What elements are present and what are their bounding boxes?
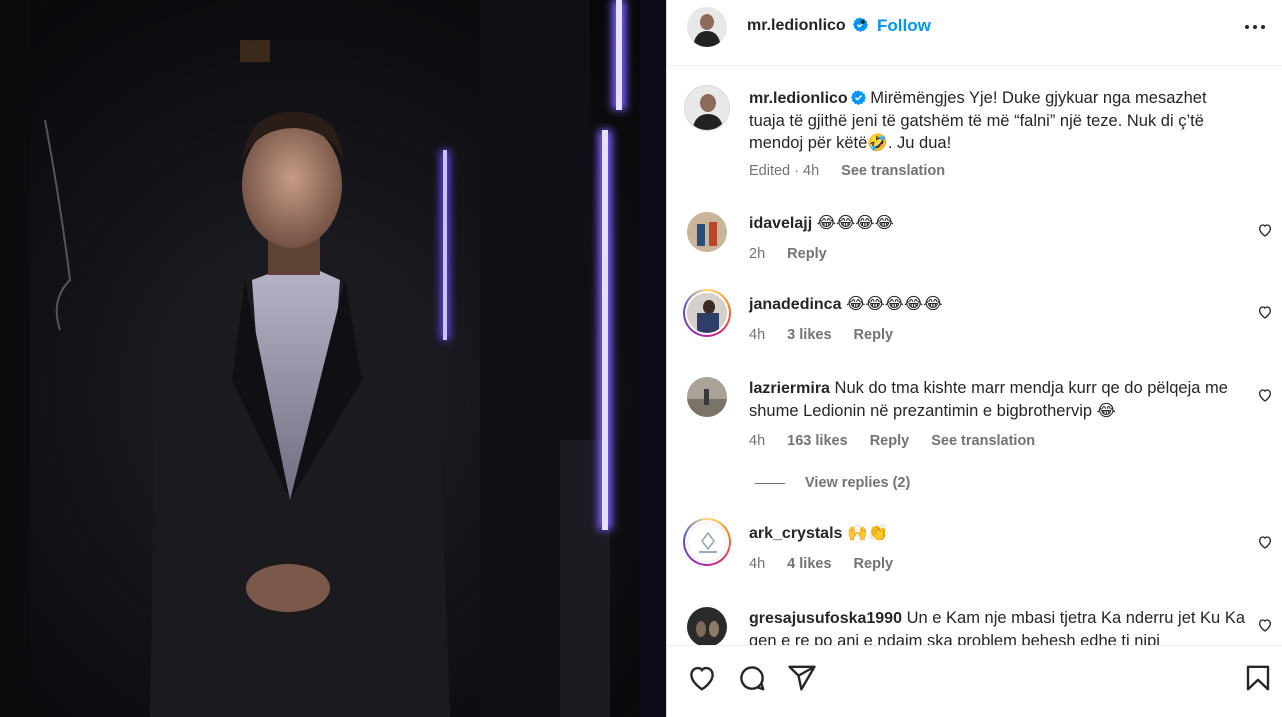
see-translation-button[interactable]: See translation	[841, 163, 945, 179]
commenter-avatar[interactable]	[687, 522, 727, 562]
verified-badge-icon	[850, 90, 866, 105]
comment-time: 4h	[749, 556, 766, 572]
comments-list[interactable]: mr.ledionlico Mirëmëngjes Yje! Duke gjyk…	[667, 67, 1282, 645]
post-video-frame	[0, 0, 666, 717]
comment-like-heart-icon[interactable]	[1257, 534, 1273, 550]
comment-text: 😂😂😂😂😂	[846, 295, 943, 313]
view-replies-button[interactable]: View replies (2)	[755, 475, 910, 491]
comment-icon[interactable]	[737, 663, 767, 693]
comment-like-heart-icon[interactable]	[1257, 304, 1273, 320]
comment-item: gresajusufoska1990 Un e Kam nje mbasi tj…	[667, 605, 1282, 645]
reply-button[interactable]: Reply	[854, 327, 894, 343]
story-ring[interactable]	[683, 518, 731, 566]
author-name-row: mr.ledionlico	[747, 17, 869, 35]
comment-text-block: ark_crystals 🙌👏	[749, 522, 1249, 545]
comment-likes[interactable]: 4 likes	[787, 556, 831, 572]
comment-text: 🙌👏	[847, 524, 889, 542]
follow-button[interactable]: Follow	[877, 16, 931, 36]
see-translation-button[interactable]: See translation	[931, 433, 1035, 449]
comment-text-block: lazriermira Nuk do tma kishte marr mendj…	[749, 377, 1249, 422]
post-media[interactable]	[0, 0, 666, 717]
replies-divider	[755, 482, 785, 484]
caption-username[interactable]: mr.ledionlico	[749, 90, 848, 107]
heart-icon[interactable]	[687, 663, 717, 693]
reply-button[interactable]: Reply	[787, 246, 827, 262]
more-options-icon[interactable]	[1243, 17, 1267, 37]
post-header: mr.ledionlico • Follow	[667, 0, 1282, 66]
caption-text-block: mr.ledionlico Mirëmëngjes Yje! Duke gjyk…	[749, 87, 1245, 154]
comment-text-block: idavelajj 😂😂😂😂	[749, 212, 1249, 235]
caption: mr.ledionlico Mirëmëngjes Yje! Duke gjyk…	[667, 83, 1282, 183]
comment-text: 😂😂😂😂	[816, 214, 894, 232]
post-actions-bar	[667, 645, 1282, 717]
comment-meta: 4h 3 likes Reply	[749, 327, 911, 343]
comment-time: 4h	[749, 433, 766, 449]
comment-text-block: gresajusufoska1990 Un e Kam nje mbasi tj…	[749, 607, 1249, 645]
commenter-username[interactable]: gresajusufoska1990	[749, 610, 902, 627]
comment-meta: 4h 4 likes Reply	[749, 556, 911, 572]
comment-like-heart-icon[interactable]	[1257, 387, 1273, 403]
reply-button[interactable]: Reply	[854, 556, 894, 572]
caption-edited: Edited · 4h	[749, 163, 820, 179]
caption-meta: Edited · 4h See translation	[749, 163, 963, 179]
comment-text-block: janadedinca 😂😂😂😂😂	[749, 293, 1249, 316]
commenter-avatar[interactable]	[687, 293, 727, 333]
reply-button[interactable]: Reply	[870, 433, 910, 449]
commenter-username[interactable]: idavelajj	[749, 215, 812, 232]
author-avatar[interactable]	[687, 7, 727, 47]
separator-dot: •	[860, 14, 866, 31]
comment-time: 2h	[749, 246, 766, 262]
comment-item: idavelajj 😂😂😂😂 2h Reply	[667, 210, 1282, 280]
story-ring[interactable]	[683, 289, 731, 337]
share-icon[interactable]	[787, 663, 817, 693]
comment-meta: 4h 163 likes Reply See translation	[749, 433, 1053, 449]
bookmark-icon[interactable]	[1243, 663, 1273, 693]
comment-like-heart-icon[interactable]	[1257, 222, 1273, 238]
view-replies-label: View replies (2)	[805, 475, 911, 491]
commenter-avatar[interactable]	[687, 212, 727, 252]
comment-item: lazriermira Nuk do tma kishte marr mendj…	[667, 375, 1282, 465]
author-username[interactable]: mr.ledionlico	[747, 17, 846, 34]
comment-item: janadedinca 😂😂😂😂😂 4h 3 likes Reply	[667, 289, 1282, 359]
caption-avatar[interactable]	[684, 85, 730, 131]
comment-likes[interactable]: 3 likes	[787, 327, 831, 343]
comment-item: ark_crystals 🙌👏 4h 4 likes Reply	[667, 518, 1282, 588]
comment-likes[interactable]: 163 likes	[787, 433, 847, 449]
comment-time: 4h	[749, 327, 766, 343]
commenter-avatar[interactable]	[687, 607, 727, 645]
comment-like-heart-icon[interactable]	[1257, 617, 1273, 633]
commenter-username[interactable]: ark_crystals	[749, 525, 842, 542]
commenter-username[interactable]: lazriermira	[749, 380, 830, 397]
commenter-avatar[interactable]	[687, 377, 727, 417]
commenter-username[interactable]: janadedinca	[749, 296, 841, 313]
comment-meta: 2h Reply	[749, 246, 845, 262]
comments-panel: mr.ledionlico • Follow mr.ledionlico Mir…	[666, 0, 1282, 717]
